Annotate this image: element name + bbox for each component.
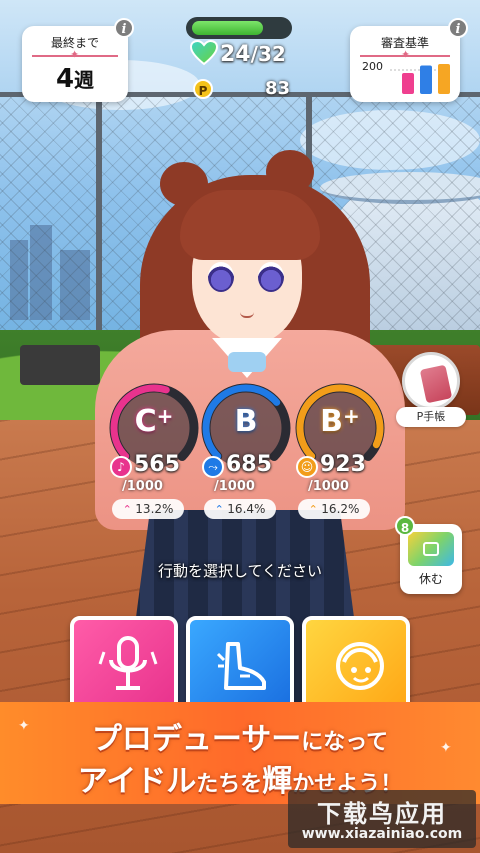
banner-line-1: プロデューサーになって <box>0 714 480 758</box>
producer-points-value: 83 <box>264 78 290 99</box>
dance-growth-rate: ⌃ 16.4% <box>204 499 276 519</box>
growth-arrow-icon: ⌃ <box>308 503 322 516</box>
character-eye <box>208 262 234 292</box>
notebook-icon <box>419 364 453 404</box>
visual-value: 923 <box>320 452 366 477</box>
character-ribbon <box>228 352 266 372</box>
visual-lesson-button[interactable] <box>302 616 410 712</box>
watermark-title: 下载鸟应用 <box>317 800 447 828</box>
vocal-value: 565 <box>134 452 180 477</box>
vocal-max: /1000 <box>122 479 163 494</box>
criteria-bar-dance <box>420 65 432 94</box>
criteria-axis-label: 200 <box>362 60 383 73</box>
microphone-icon <box>98 636 158 690</box>
producer-point-icon: P <box>193 79 213 99</box>
growth-value: 16.2% <box>321 502 360 516</box>
weeks-number: 4 <box>55 64 75 94</box>
banner-text: アイドル <box>77 764 197 799</box>
visual-grade: B+ <box>294 404 386 439</box>
character-bangs <box>180 190 320 260</box>
grade-plus: + <box>156 404 174 428</box>
banner-text: たちを <box>196 772 263 797</box>
weeks-remaining-card[interactable]: 最終まで ✦ 4週 <box>22 26 128 102</box>
watermark: 下载鸟应用 www.xiazainiao.com <box>288 790 476 848</box>
weeks-remaining-value: 4週 <box>22 64 128 94</box>
sparkle-icon: ✦ <box>70 48 80 61</box>
growth-arrow-icon: ⌃ <box>214 503 228 516</box>
growth-arrow-icon: ⌃ <box>122 503 136 516</box>
growth-value: 13.2% <box>135 502 174 516</box>
character-eye <box>258 262 284 292</box>
visual-face-icon <box>336 642 384 690</box>
dance-grade: B <box>200 404 292 439</box>
banner-text: になって <box>301 730 389 755</box>
dance-lesson-button[interactable] <box>186 616 294 712</box>
criteria-bar-vocal <box>402 73 414 94</box>
dance-max: /1000 <box>214 479 255 494</box>
growth-value: 16.4% <box>227 502 266 516</box>
rest-badge: 8 <box>395 516 415 536</box>
visual-stat: ☺ 923 <box>296 452 406 480</box>
vocal-lesson-button[interactable] <box>70 616 178 712</box>
character-hair-bun <box>266 150 314 194</box>
face-icon: ☺ <box>296 456 318 478</box>
producer-notebook-label: P手帳 <box>396 407 466 427</box>
stamina-separator: / <box>250 42 258 66</box>
visual-growth-rate: ⌃ 16.2% <box>298 499 370 519</box>
visual-max: /1000 <box>308 479 349 494</box>
dance-value: 685 <box>226 452 272 477</box>
weeks-unit: 週 <box>74 68 95 92</box>
vocal-grade: C+ <box>108 404 200 439</box>
info-icon[interactable]: i <box>114 18 134 38</box>
grade-letter: B <box>320 404 344 439</box>
criteria-bar-chart <box>390 64 450 94</box>
stamina-max: 32 <box>257 42 286 66</box>
grade-letter: B <box>234 404 258 439</box>
judging-criteria-card[interactable]: 審査基準 ✦ 200 <box>350 26 460 102</box>
criteria-bar-visual <box>438 64 450 94</box>
banner-text: プロデューサー <box>91 722 302 757</box>
grade-letter: C <box>134 404 157 439</box>
sofa-shape <box>423 542 439 556</box>
info-icon[interactable]: i <box>448 18 468 38</box>
watermark-url: www.xiazainiao.com <box>301 826 463 842</box>
stamina-bar <box>186 17 292 39</box>
stamina-current: 24 <box>220 42 251 67</box>
stamina-bar-fill <box>192 21 263 35</box>
vocal-growth-rate: ⌃ 13.2% <box>112 499 184 519</box>
stamina-value: 24/32 <box>220 42 286 67</box>
mic-icon: ♪ <box>110 456 132 478</box>
shoe-icon <box>216 642 266 690</box>
grade-plus: + <box>343 404 360 428</box>
shoe-icon: ⤳ <box>202 456 224 478</box>
sparkle-icon: ✦ <box>401 48 411 61</box>
notebook-icon-circle <box>402 352 460 410</box>
action-prompt: 行動を選択してください <box>157 562 323 580</box>
producer-notebook-button[interactable]: P手帳 <box>396 350 466 430</box>
heart-icon <box>190 40 218 66</box>
